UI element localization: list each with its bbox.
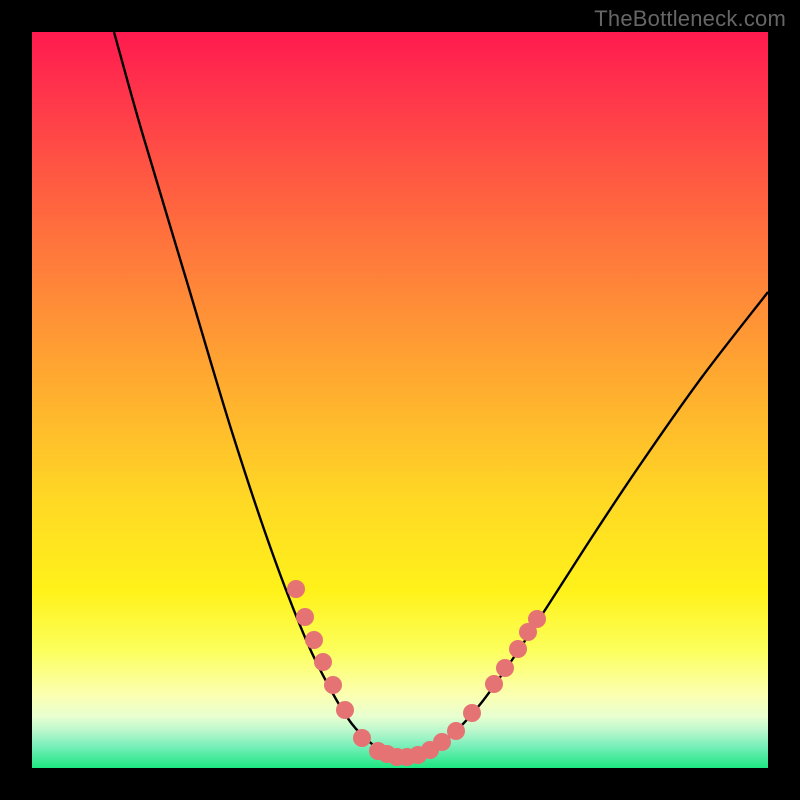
- highlight-dot: [463, 704, 481, 722]
- highlight-dot: [433, 733, 451, 751]
- watermark-text: TheBottleneck.com: [594, 6, 786, 32]
- highlight-dot: [314, 653, 332, 671]
- chart-svg: [32, 32, 768, 768]
- highlight-dot: [447, 722, 465, 740]
- highlight-dot: [336, 701, 354, 719]
- highlight-dot: [324, 676, 342, 694]
- highlight-dot: [509, 640, 527, 658]
- highlight-dots: [287, 580, 546, 766]
- highlight-dot: [353, 729, 371, 747]
- chart-frame: TheBottleneck.com: [0, 0, 800, 800]
- highlight-dot: [296, 608, 314, 626]
- highlight-dot: [287, 580, 305, 598]
- chart-plot-area: [32, 32, 768, 768]
- highlight-dot: [528, 610, 546, 628]
- highlight-dot: [496, 659, 514, 677]
- highlight-dot: [485, 675, 503, 693]
- highlight-dot: [305, 631, 323, 649]
- bottleneck-curve: [114, 32, 768, 756]
